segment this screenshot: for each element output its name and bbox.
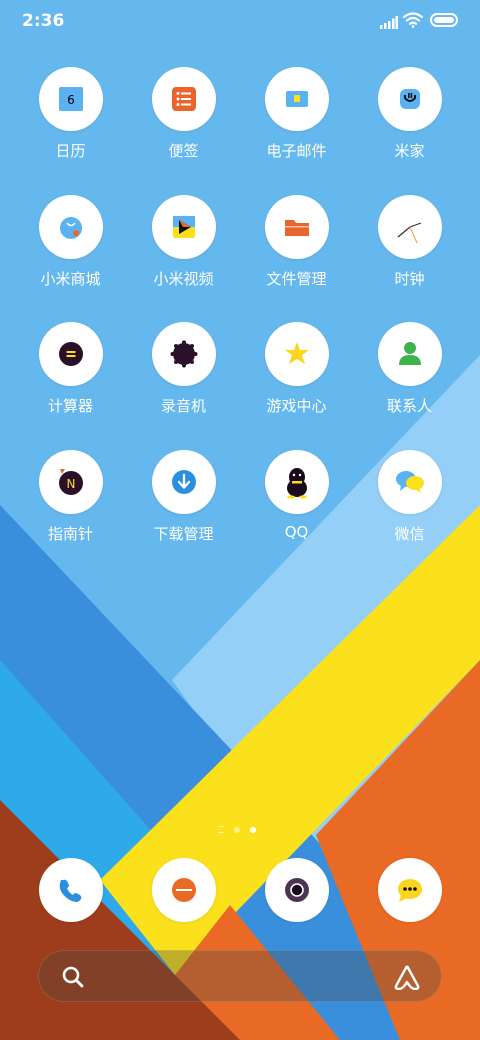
app-label: 小米商城 <box>40 269 101 288</box>
calendar-day: 6 <box>67 93 75 107</box>
mijia-icon <box>377 67 442 131</box>
page-indicator <box>218 826 256 833</box>
qq-icon <box>264 449 329 514</box>
app-label: 电子邮件 <box>266 142 327 160</box>
app-mi-store[interactable]: 小米商城 <box>14 194 127 323</box>
search-icon[interactable] <box>61 965 85 993</box>
app-grid: 6 日历 便签 电子邮件 米家 小米商城 小米视频 文件管理 时钟 计算器 录音… <box>14 67 466 577</box>
app-downloads[interactable]: 下载管理 <box>127 449 240 578</box>
dock-messages[interactable] <box>353 858 466 922</box>
dock-camera[interactable] <box>240 858 353 922</box>
downloads-icon <box>151 449 216 514</box>
app-label: 联系人 <box>386 397 432 415</box>
app-label: 小米视频 <box>153 269 214 288</box>
app-calculator[interactable]: 计算器 <box>14 322 127 450</box>
app-recorder[interactable]: 录音机 <box>127 322 240 450</box>
app-contacts[interactable]: 联系人 <box>353 322 466 450</box>
search-bar[interactable] <box>38 950 442 1002</box>
phone-icon <box>38 858 103 922</box>
app-email[interactable]: 电子邮件 <box>240 67 353 195</box>
clock-icon <box>377 194 442 259</box>
app-label: 指南针 <box>47 524 93 543</box>
battery-icon <box>430 13 458 27</box>
app-mi-video[interactable]: 小米视频 <box>127 194 240 323</box>
app-label: 录音机 <box>160 397 206 415</box>
app-label: 下载管理 <box>153 524 214 543</box>
app-label: 文件管理 <box>266 269 327 288</box>
app-label: 游戏中心 <box>266 397 327 415</box>
dock <box>14 858 466 922</box>
notes-icon <box>151 67 216 131</box>
signal-icon <box>380 14 398 33</box>
app-calendar[interactable]: 6 日历 <box>14 67 127 195</box>
camera-icon <box>264 858 329 922</box>
app-game-center[interactable]: 游戏中心 <box>240 322 353 450</box>
app-label: 计算器 <box>47 397 93 415</box>
status-time: 2:36 <box>22 11 65 31</box>
messages-icon <box>377 858 442 922</box>
app-label: QQ <box>284 522 309 541</box>
status-bar: 2:36 <box>0 0 480 44</box>
page-dot-active[interactable] <box>250 826 256 833</box>
app-compass[interactable]: N 指南针 <box>14 449 127 578</box>
compass-letter: N <box>66 477 75 491</box>
page-dot[interactable] <box>234 826 240 833</box>
contacts-icon <box>377 322 442 386</box>
app-label: 米家 <box>394 142 425 160</box>
mi-store-icon <box>38 194 103 259</box>
recorder-icon <box>151 322 216 386</box>
app-notes[interactable]: 便签 <box>127 67 240 195</box>
wifi-icon <box>402 12 424 32</box>
wechat-icon <box>377 449 442 514</box>
compass-icon: N <box>38 449 103 514</box>
page-list-indicator[interactable] <box>218 826 224 833</box>
app-mijia[interactable]: 米家 <box>353 67 466 195</box>
browser-icon <box>151 858 216 922</box>
app-label: 便签 <box>168 142 199 160</box>
assistant-icon[interactable] <box>393 964 421 994</box>
game-center-icon <box>264 322 329 386</box>
dock-browser[interactable] <box>127 858 240 922</box>
calculator-icon <box>38 322 103 386</box>
app-label: 时钟 <box>394 269 425 288</box>
app-clock[interactable]: 时钟 <box>353 194 466 323</box>
app-file-manager[interactable]: 文件管理 <box>240 194 353 323</box>
calendar-icon: 6 <box>38 67 103 131</box>
app-label: 微信 <box>394 524 425 543</box>
file-manager-icon <box>264 194 329 259</box>
email-icon <box>264 67 329 131</box>
app-qq[interactable]: QQ <box>240 449 353 578</box>
dock-phone[interactable] <box>14 858 127 922</box>
app-wechat[interactable]: 微信 <box>353 449 466 578</box>
mi-video-icon <box>151 194 216 259</box>
app-label: 日历 <box>55 142 86 160</box>
